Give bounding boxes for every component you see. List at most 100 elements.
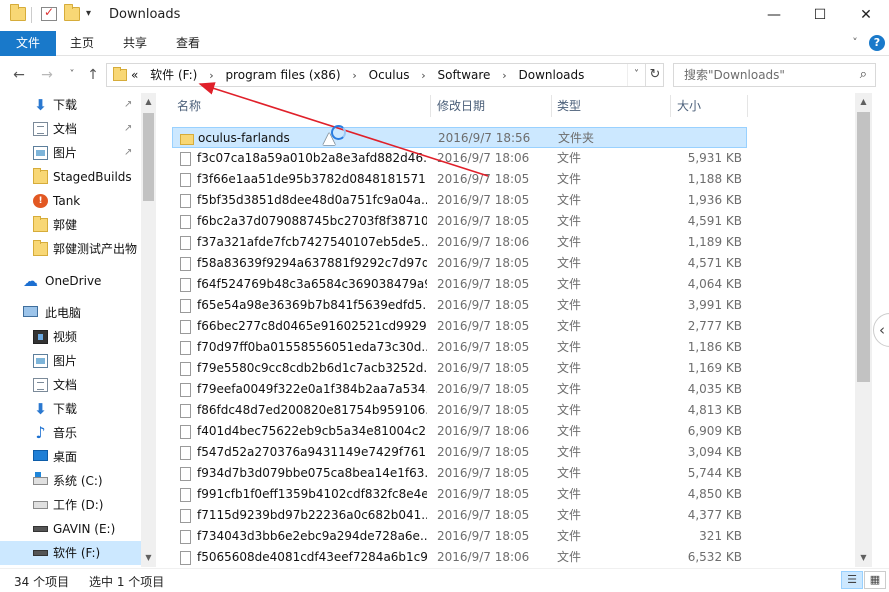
file-row[interactable]: f5bf35d3851d8dee48d0a751fc9a04a... 2016/9…	[172, 190, 747, 211]
file-row[interactable]: f79eefa0049f322e0a1f384b2aa7a534... 2016/…	[172, 379, 747, 400]
column-header-name[interactable]: 名称	[177, 93, 201, 119]
address-bar[interactable]: « 软件 (F:) › program files (x86) › Oculus…	[106, 63, 664, 87]
sidebar-item-videos[interactable]: 视频	[0, 325, 141, 349]
column-header-size[interactable]: 大小	[677, 93, 701, 119]
breadcrumb-separator[interactable]: ›	[352, 65, 356, 87]
breadcrumb-separator[interactable]: ›	[502, 65, 506, 87]
minimize-button[interactable]: —	[751, 0, 797, 31]
sidebar-item-onedrive[interactable]: ☁ OneDrive	[0, 269, 141, 293]
details-view-icon[interactable]: ☰	[841, 571, 863, 589]
scroll-down-icon[interactable]: ▼	[855, 551, 872, 565]
breadcrumb-overflow[interactable]: «	[131, 64, 138, 86]
pin-icon: ↗	[124, 147, 133, 158]
properties-icon[interactable]	[41, 5, 57, 21]
breadcrumb-program-files[interactable]: program files (x86)	[225, 64, 340, 86]
breadcrumb-separator[interactable]: ›	[421, 65, 425, 87]
scroll-up-icon[interactable]: ▲	[141, 95, 156, 109]
column-divider[interactable]	[430, 95, 431, 117]
sidebar-item-desktop[interactable]: 桌面	[0, 445, 141, 469]
file-name: f734043d3bb6e2ebc9a294de728a6e...	[197, 529, 427, 543]
sidebar-item-drive-d[interactable]: 工作 (D:)	[0, 493, 141, 517]
sidebar-item-tank[interactable]: ! Tank	[0, 189, 141, 213]
scrollbar-thumb[interactable]	[857, 112, 870, 382]
file-row[interactable]: f79e5580c9cc8cdb2b6d1c7acb3252d... 2016/9…	[172, 358, 747, 379]
file-row[interactable]: f5065608de4081cdf43eef7284a6b1c9... 2016/…	[172, 547, 747, 567]
file-row[interactable]: f7115d9239bd97b22236a0c682b041... 2016/9/…	[172, 505, 747, 526]
navigation-pane-scrollbar[interactable]: ▲ ▼	[141, 93, 156, 567]
sidebar-item-pictures[interactable]: 图片	[0, 349, 141, 373]
column-divider[interactable]	[670, 95, 671, 117]
breadcrumb-software[interactable]: Software	[438, 64, 491, 86]
search-icon[interactable]: ⌕	[860, 67, 867, 82]
sidebar-item-downloads-pinned[interactable]: ⬇ 下载 ↗	[0, 93, 141, 117]
sidebar-item-drive-e[interactable]: GAVIN (E:)	[0, 517, 141, 541]
file-icon	[180, 341, 191, 355]
help-icon[interactable]: ?	[869, 35, 885, 51]
column-divider[interactable]	[551, 95, 552, 117]
breadcrumb-separator[interactable]: ›	[209, 65, 213, 87]
recent-locations-button[interactable]: ˅	[62, 64, 82, 86]
file-row[interactable]: f934d7b3d079bbe075ca8bea14e1f63... 2016/9…	[172, 463, 747, 484]
scroll-up-icon[interactable]: ▲	[855, 95, 872, 109]
file-row[interactable]: f37a321afde7fcb7427540107eb5de5... 2016/9…	[172, 232, 747, 253]
sidebar-item-guojian-test-output[interactable]: 郭健测试产出物	[0, 237, 141, 261]
breadcrumb-drive-f[interactable]: 软件 (F:)	[150, 64, 197, 86]
sidebar-item-drive-f[interactable]: 软件 (F:)	[0, 541, 141, 565]
close-button[interactable]: ✕	[843, 0, 889, 31]
file-date: 2016/9/7 18:05	[437, 319, 530, 333]
scrollbar-thumb[interactable]	[143, 113, 154, 201]
sidebar-item-documents[interactable]: 文档	[0, 373, 141, 397]
sidebar-item-this-pc[interactable]: 此电脑	[0, 301, 141, 325]
sidebar-item-guojian[interactable]: 郭健	[0, 213, 141, 237]
sidebar-item-documents-pinned[interactable]: 文档 ↗	[0, 117, 141, 141]
quick-access-dropdown-icon[interactable]: ▾	[86, 8, 91, 19]
file-row[interactable]: f401d4bec75622eb9cb5a34e81004c2... 2016/9…	[172, 421, 747, 442]
sidebar-item-downloads[interactable]: ⬇ 下载	[0, 397, 141, 421]
breadcrumb-oculus[interactable]: Oculus	[369, 64, 410, 86]
file-row[interactable]: f547d52a270376a9431149e7429f761... 2016/9…	[172, 442, 747, 463]
tab-home[interactable]: 主页	[56, 31, 108, 56]
file-row[interactable]: f734043d3bb6e2ebc9a294de728a6e... 2016/9/…	[172, 526, 747, 547]
file-row[interactable]: f65e54a98e36369b7b841f5639edfd5... 2016/9…	[172, 295, 747, 316]
search-input[interactable]	[674, 64, 844, 86]
folder-row[interactable]: oculus-farlands 2016/9/7 18:56 文件夹	[172, 127, 747, 148]
address-dropdown-icon[interactable]: ˅	[627, 64, 645, 86]
breadcrumb-downloads[interactable]: Downloads	[519, 64, 585, 86]
maximize-button[interactable]: ☐	[797, 0, 843, 31]
file-row[interactable]: f66bec277c8d0465e91602521cd9929... 2016/9…	[172, 316, 747, 337]
file-row[interactable]: f3c07ca18a59a010b2a8e3afd882d46... 2016/9…	[172, 148, 747, 169]
up-button[interactable]: ↑	[83, 64, 103, 86]
file-row[interactable]: f70d97ff0ba01558556051eda73c30d... 2016/9…	[172, 337, 747, 358]
file-date: 2016/9/7 18:05	[437, 508, 530, 522]
sidebar-item-music[interactable]: ♪ 音乐	[0, 421, 141, 445]
sidebar-item-stagedbuilds[interactable]: StagedBuilds	[0, 165, 141, 189]
column-divider[interactable]	[747, 95, 748, 117]
new-folder-icon[interactable]	[64, 4, 80, 21]
column-header-date[interactable]: 修改日期	[437, 93, 485, 119]
file-name: f6bc2a37d079088745bc2703f8f38710...	[197, 214, 427, 228]
breadcrumb: « 软件 (F:) › program files (x86) › Oculus…	[131, 64, 584, 86]
expand-pane-chevron-icon[interactable]: ‹	[873, 313, 889, 347]
sidebar-item-drive-c[interactable]: 系统 (C:)	[0, 469, 141, 493]
file-row[interactable]: f64f524769b48c3a6584c369038479a9... 2016/…	[172, 274, 747, 295]
scroll-down-icon[interactable]: ▼	[141, 551, 156, 565]
file-icon	[180, 530, 191, 544]
column-header-type[interactable]: 类型	[557, 93, 581, 119]
large-icons-view-icon[interactable]: ▦	[864, 571, 886, 589]
ribbon-collapse-icon[interactable]: ˅	[845, 33, 865, 53]
file-row[interactable]: f6bc2a37d079088745bc2703f8f38710... 2016/…	[172, 211, 747, 232]
file-row[interactable]: f58a83639f9294a637881f9292c7d97d... 2016/…	[172, 253, 747, 274]
tab-share[interactable]: 共享	[109, 31, 161, 56]
sidebar-item-label: 软件 (F:)	[53, 546, 101, 560]
refresh-icon[interactable]: ↻	[645, 64, 664, 86]
file-row[interactable]: f991cfb1f0eff1359b4102cdf832fc8e4e... 201…	[172, 484, 747, 505]
window-folder-icon[interactable]	[10, 4, 26, 21]
back-button[interactable]: ←	[9, 64, 29, 86]
forward-button[interactable]: →	[37, 64, 57, 86]
file-list-scrollbar[interactable]: ▲ ▼	[855, 93, 872, 567]
tab-file[interactable]: 文件	[0, 31, 56, 56]
file-row[interactable]: f3f66e1aa51de95b3782d0848181571... 2016/9…	[172, 169, 747, 190]
sidebar-item-pictures-pinned[interactable]: 图片 ↗	[0, 141, 141, 165]
file-row[interactable]: f86fdc48d7ed200820e81754b959106... 2016/9…	[172, 400, 747, 421]
tab-view[interactable]: 查看	[162, 31, 214, 56]
